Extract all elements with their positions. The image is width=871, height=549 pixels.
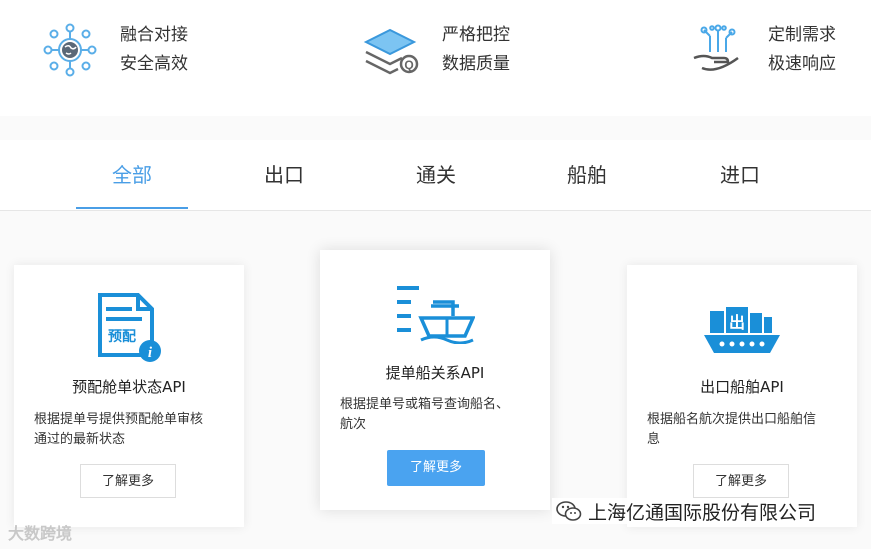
hand-circuit-icon (688, 20, 748, 80)
layers-search-icon: Q (362, 20, 422, 80)
card-description: 根据提单号提供预配舱单审核 通过的最新状态 (34, 412, 204, 447)
watermark-right: 上海亿通国际股份有限公司 (552, 498, 821, 524)
category-tabs: 全部 出口 通关 船舶 进口 (0, 140, 871, 211)
api-card-export-vessel: 出 出口船舶API 根据船名航次提供出口船舶信 息 了解更多 (627, 265, 857, 527)
feature-quality: Q 严格把控 数据质量 (362, 18, 510, 82)
active-tab-indicator (76, 207, 188, 209)
ship-list-icon (320, 282, 550, 344)
ship-icon-text: 出 (729, 313, 745, 332)
tab-import[interactable]: 进口 (684, 140, 796, 209)
feature-title: 融合对接 (120, 25, 188, 45)
svg-text:Q: Q (404, 58, 413, 72)
card-title: 出口船舶API (700, 378, 784, 396)
feature-integration: 融合对接 安全高效 (40, 18, 188, 82)
container-ship-icon: 出 (627, 305, 857, 357)
tab-all[interactable]: 全部 (76, 140, 188, 209)
tab-customs[interactable]: 通关 (380, 140, 492, 209)
learn-more-button[interactable]: 了解更多 (693, 464, 789, 498)
card-description: 根据提单号或箱号查询船名、 航次 (340, 397, 510, 432)
card-title: 预配舱单状态API (72, 378, 186, 396)
learn-more-button[interactable]: 了解更多 (387, 450, 485, 486)
tab-ships[interactable]: 船舶 (531, 140, 643, 209)
globe-network-icon (40, 20, 100, 80)
learn-more-button[interactable]: 了解更多 (80, 464, 176, 498)
feature-strip: 融合对接 安全高效 Q 严格把控 数据质量 定制需求 极速响应 (0, 0, 871, 116)
feature-custom: 定制需求 极速响应 (688, 18, 836, 82)
feature-subtitle: 数据质量 (442, 54, 510, 74)
api-card-bill-vessel: 提单船关系API 根据提单号或箱号查询船名、 航次 了解更多 (320, 250, 550, 510)
card-title: 提单船关系API (385, 364, 485, 382)
card-description: 根据船名航次提供出口船舶信 息 (647, 412, 817, 447)
feature-title: 定制需求 (768, 25, 836, 45)
feature-subtitle: 极速响应 (768, 54, 836, 74)
wechat-icon (556, 501, 582, 521)
watermark-left: 大数跨境 (8, 524, 73, 543)
feature-subtitle: 安全高效 (120, 54, 188, 74)
document-info-icon: 预配 i (14, 291, 244, 365)
feature-title: 严格把控 (442, 25, 510, 45)
watermark-company-name: 上海亿通国际股份有限公司 (588, 501, 817, 524)
document-icon-text: 预配 (108, 329, 136, 345)
tab-export[interactable]: 出口 (228, 140, 340, 209)
api-card-manifest-status: 预配 i 预配舱单状态API 根据提单号提供预配舱单审核 通过的最新状态 了解更… (14, 265, 244, 527)
